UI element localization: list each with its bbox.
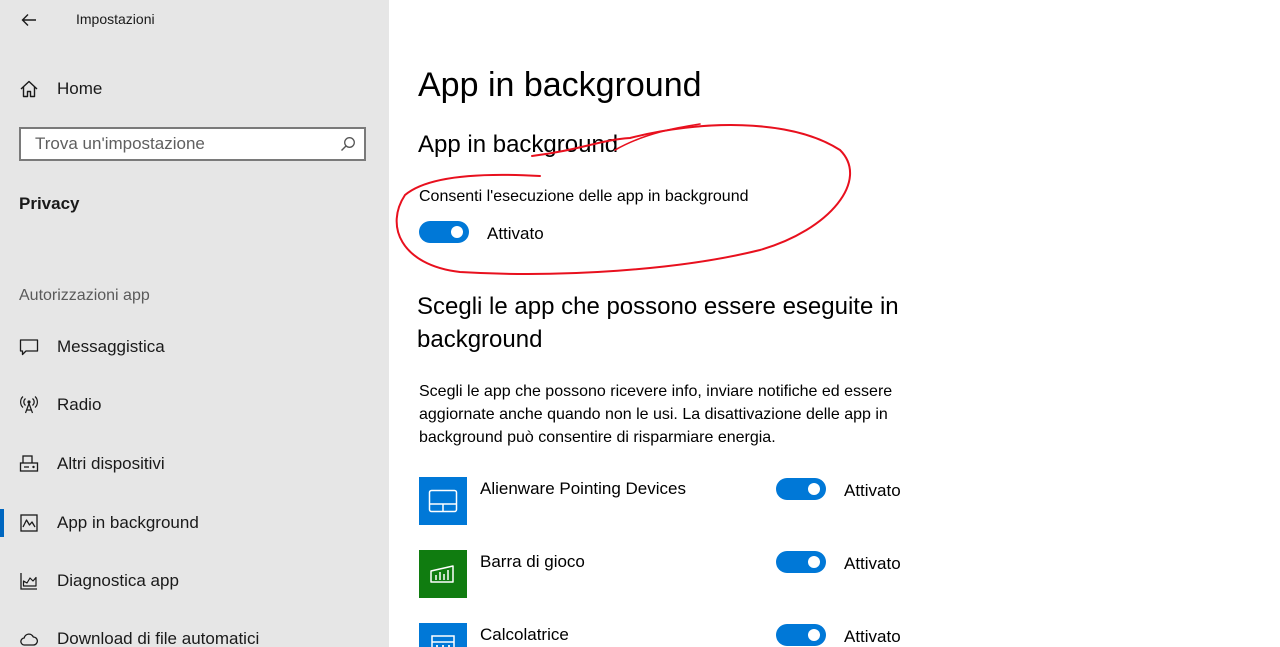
main-content: App in background App in background Cons… <box>389 0 1280 647</box>
sidebar: Impostazioni Home Privacy Autorizzazioni… <box>0 0 389 647</box>
touchpad-icon <box>428 489 458 513</box>
app-row-barra-di-gioco: Barra di gioco Attivato <box>419 550 939 598</box>
app-row-calcolatrice: Calcolatrice Attivato <box>419 623 939 647</box>
app-tile <box>419 623 467 647</box>
game-bar-icon <box>430 565 454 583</box>
choose-apps-description: Scegli le app che possono ricevere info,… <box>419 383 893 446</box>
toggle-knob <box>451 226 463 238</box>
allow-background-state: Attivato <box>487 224 544 243</box>
sidebar-item-label: Radio <box>57 395 102 414</box>
settings-window: Impostazioni Home Privacy Autorizzazioni… <box>0 0 1280 647</box>
sidebar-item-diagnostica-app[interactable]: Diagnostica app <box>0 561 389 601</box>
toggle-knob <box>808 483 820 495</box>
section-title: App in background <box>418 131 619 158</box>
allow-background-label: Consenti l'esecuzione delle app in backg… <box>419 188 749 205</box>
sidebar-item-radio[interactable]: Radio <box>0 385 389 425</box>
search-input[interactable] <box>21 129 345 159</box>
app-name: Barra di gioco <box>480 552 585 571</box>
cloud-icon <box>18 628 40 647</box>
sidebar-item-download-automatici[interactable]: Download di file automatici <box>0 619 389 647</box>
sidebar-group-label: Autorizzazioni app <box>19 287 150 304</box>
app-tile <box>419 477 467 525</box>
app-toggle-barra-di-gioco[interactable] <box>776 551 826 573</box>
sidebar-item-label: App in background <box>57 513 199 532</box>
sidebar-item-altri-dispositivi[interactable]: Altri dispositivi <box>0 444 389 484</box>
sidebar-item-label: Home <box>57 79 103 98</box>
app-row-alienware: Alienware Pointing Devices Attivato <box>419 477 939 525</box>
back-button[interactable] <box>14 6 44 34</box>
toggle-knob <box>808 556 820 568</box>
radio-antenna-icon <box>18 394 40 416</box>
sidebar-item-label: Diagnostica app <box>57 571 179 590</box>
search-box <box>19 127 366 161</box>
back-arrow-icon <box>21 14 36 26</box>
app-state: Attivato <box>844 554 901 573</box>
app-toggle-alienware[interactable] <box>776 478 826 500</box>
app-tile <box>419 550 467 598</box>
sidebar-item-label: Altri dispositivi <box>57 454 165 473</box>
sidebar-section-title: Privacy <box>19 194 80 213</box>
app-state: Attivato <box>844 627 901 646</box>
page-title: App in background <box>418 66 702 104</box>
sidebar-item-label: Messaggistica <box>57 337 165 356</box>
message-icon <box>18 336 40 358</box>
sidebar-item-home[interactable]: Home <box>0 69 389 109</box>
allow-background-toggle[interactable] <box>419 221 469 243</box>
app-name: Alienware Pointing Devices <box>480 479 686 498</box>
sidebar-item-app-in-background[interactable]: App in background <box>0 503 389 543</box>
sidebar-item-messaggistica[interactable]: Messaggistica <box>0 327 389 367</box>
app-state: Attivato <box>844 481 901 500</box>
home-icon <box>18 78 40 100</box>
background-apps-icon <box>18 512 40 534</box>
diagnostics-icon <box>18 570 40 592</box>
sidebar-item-label: Download di file automatici <box>57 629 260 647</box>
app-name: Calcolatrice <box>480 625 569 644</box>
choose-apps-heading: Scegli le app che possono essere eseguit… <box>417 293 899 353</box>
toggle-knob <box>808 629 820 641</box>
devices-icon <box>18 453 40 475</box>
search-icon[interactable] <box>340 136 356 152</box>
app-toggle-calcolatrice[interactable] <box>776 624 826 646</box>
calculator-icon <box>431 635 455 647</box>
window-title: Impostazioni <box>76 11 155 27</box>
